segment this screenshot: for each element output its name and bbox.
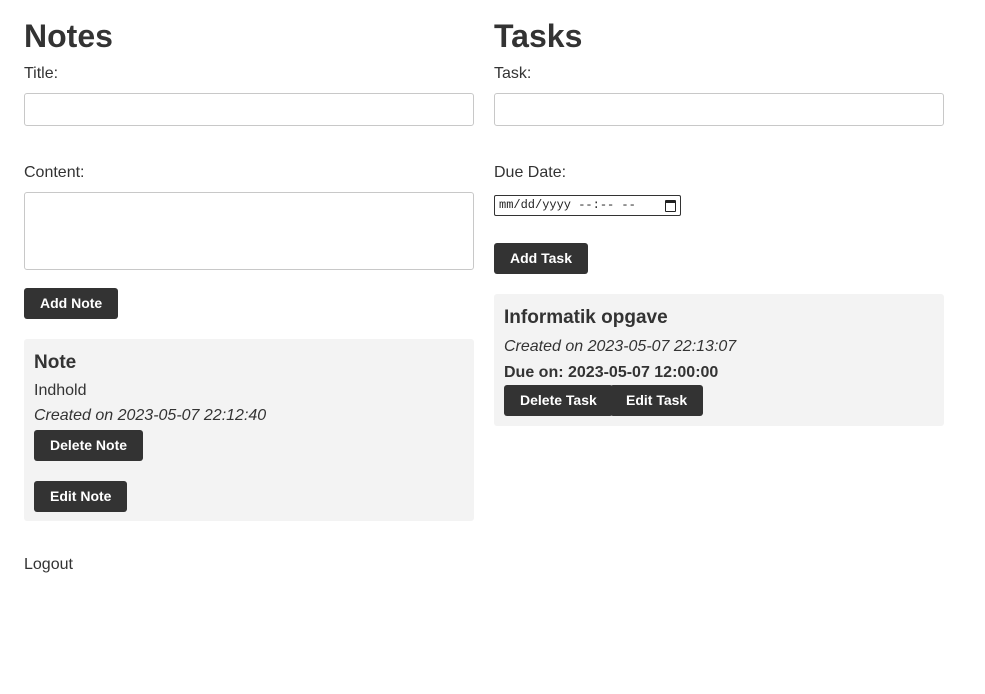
delete-note-button[interactable]: Delete Note [34, 430, 144, 461]
note-title-input[interactable] [24, 93, 474, 126]
note-title: Note [34, 352, 77, 373]
task-created-date: Created on 2023-05-07 22:13:07 [504, 338, 737, 355]
tasks-heading: Tasks [494, 18, 583, 54]
logout-link[interactable]: Logout [24, 555, 73, 575]
edit-note-button[interactable]: Edit Note [34, 481, 128, 512]
note-content-input[interactable] [24, 192, 474, 270]
note-title-label: Title: [24, 65, 59, 82]
add-task-button[interactable]: Add Task [494, 243, 588, 274]
note-content-label: Content: [24, 164, 85, 181]
due-date-placeholder: mm/dd/yyyy --:-- -- [499, 198, 636, 212]
note-content: Indhold [34, 382, 87, 399]
task-card: Informatik opgave Created on 2023-05-07 … [494, 294, 944, 426]
edit-task-button[interactable]: Edit Task [610, 385, 704, 416]
notes-heading: Notes [24, 18, 113, 54]
due-date-label: Due Date: [494, 164, 567, 181]
add-note-button[interactable]: Add Note [24, 288, 119, 319]
due-date-input[interactable]: mm/dd/yyyy --:-- -- [494, 195, 681, 216]
page: Notes Title: Content: Add Note Note Indh… [0, 0, 985, 694]
note-card: Note Indhold Created on 2023-05-07 22:12… [24, 339, 474, 521]
note-created-date: Created on 2023-05-07 22:12:40 [34, 407, 267, 424]
task-input[interactable] [494, 93, 944, 126]
task-due-date: Due on: 2023-05-07 12:00:00 [504, 364, 719, 381]
task-title: Informatik opgave [504, 307, 668, 328]
task-label: Task: [494, 65, 532, 82]
calendar-icon[interactable] [665, 199, 676, 212]
delete-task-button[interactable]: Delete Task [504, 385, 613, 416]
